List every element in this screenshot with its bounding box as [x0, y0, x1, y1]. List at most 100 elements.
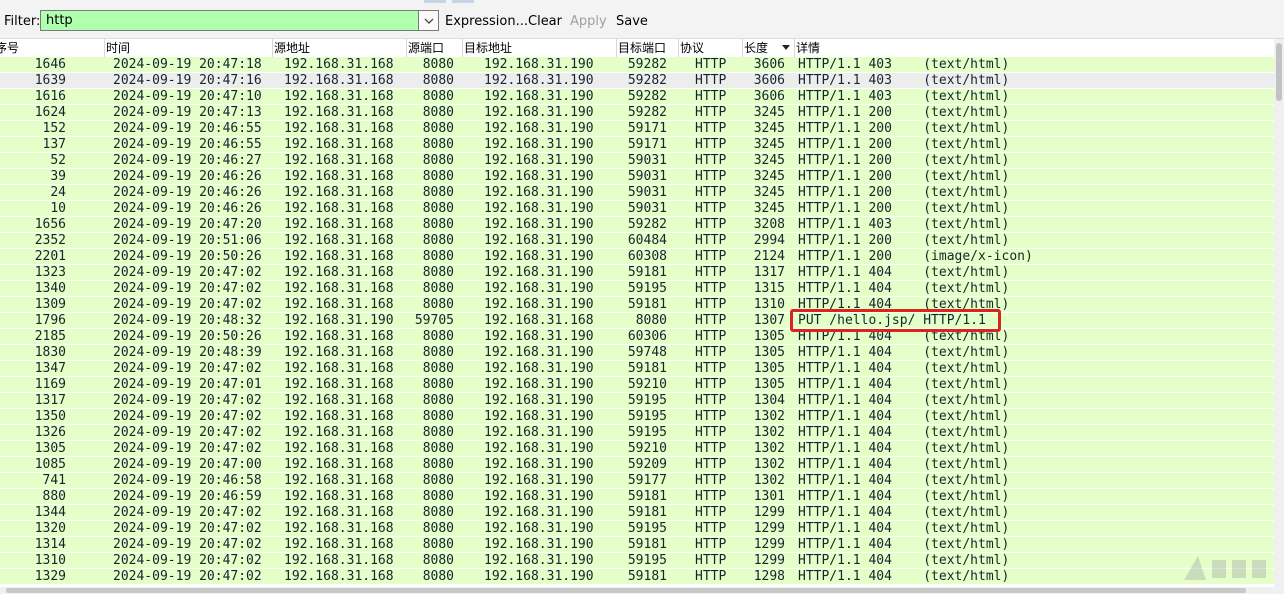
column-header-protocol[interactable]: 协议	[678, 39, 742, 57]
packet-row[interactable]: 137 2024-09-19 20:46:55 192.168.31.168 8080…	[0, 137, 1274, 153]
packet-row[interactable]: 1830 2024-09-19 20:48:39 192.168.31.168 808…	[0, 345, 1274, 361]
cell-length: 1304	[753, 393, 785, 408]
cell-protocol: HTTP	[695, 249, 727, 264]
cell-no: 1309	[34, 297, 66, 312]
cell-source-port: 8080	[422, 521, 454, 536]
filter-history-dropdown[interactable]	[418, 10, 439, 31]
packet-row[interactable]: 880 2024-09-19 20:46:59 192.168.31.168 8080…	[0, 489, 1274, 505]
cell-destination: 192.168.31.190	[484, 377, 594, 392]
packet-row[interactable]: 10 2024-09-19 20:46:26 192.168.31.168 8080 1…	[0, 201, 1274, 217]
cell-protocol: HTTP	[695, 393, 727, 408]
cell-length: 2994	[753, 233, 785, 248]
cell-protocol: HTTP	[695, 185, 727, 200]
packet-row[interactable]: 1646 2024-09-19 20:47:18 192.168.31.168 808…	[0, 57, 1274, 73]
packet-row[interactable]: 2185 2024-09-19 20:50:26 192.168.31.168 808…	[0, 329, 1274, 345]
cell-no: 52	[50, 153, 66, 168]
cell-info: HTTP/1.1 404 (text/html)	[798, 537, 1010, 552]
packet-row[interactable]: 2201 2024-09-19 20:50:26 192.168.31.168 808…	[0, 249, 1274, 265]
cell-destination-port: 60306	[627, 329, 667, 344]
cell-info: HTTP/1.1 200 (text/html)	[798, 121, 1010, 136]
packet-row[interactable]: 1317 2024-09-19 20:47:02 192.168.31.168 808…	[0, 393, 1274, 409]
packet-row[interactable]: 1796 2024-09-19 20:48:32 192.168.31.190 597…	[0, 313, 1274, 329]
horizontal-scrollbar-thumb[interactable]	[6, 588, 1246, 593]
packet-row[interactable]: 152 2024-09-19 20:46:55 192.168.31.168 8080…	[0, 121, 1274, 137]
packet-row[interactable]: 24 2024-09-19 20:46:26 192.168.31.168 8080 1…	[0, 185, 1274, 201]
packet-row[interactable]: 1085 2024-09-19 20:47:00 192.168.31.168 808…	[0, 457, 1274, 473]
cell-length: 1301	[753, 489, 785, 504]
packet-row[interactable]: 1616 2024-09-19 20:47:10 192.168.31.168 808…	[0, 89, 1274, 105]
packet-row[interactable]: 741 2024-09-19 20:46:58 192.168.31.168 8080…	[0, 473, 1274, 489]
packet-row[interactable]: 1320 2024-09-19 20:47:02 192.168.31.168 808…	[0, 521, 1274, 537]
column-header-destination[interactable]: 目标地址	[462, 39, 616, 57]
cell-destination: 192.168.31.190	[484, 441, 594, 456]
packet-row[interactable]: 1344 2024-09-19 20:47:02 192.168.31.168 808…	[0, 505, 1274, 521]
cell-protocol: HTTP	[695, 553, 727, 568]
cell-source-port: 8080	[422, 281, 454, 296]
cell-no: 1344	[34, 505, 66, 520]
packet-row[interactable]: 1639 2024-09-19 20:47:16 192.168.31.168 808…	[0, 73, 1274, 89]
cell-length: 3245	[753, 185, 785, 200]
apply-button[interactable]: Apply	[570, 14, 607, 29]
packet-row[interactable]: 39 2024-09-19 20:46:26 192.168.31.168 8080 1…	[0, 169, 1274, 185]
cell-source: 192.168.31.168	[284, 281, 394, 296]
column-header-time[interactable]: 时间	[104, 39, 272, 57]
cell-source: 192.168.31.168	[284, 233, 394, 248]
cell-destination: 192.168.31.190	[484, 137, 594, 152]
column-header-destination-port[interactable]: 目标端口	[616, 39, 678, 57]
packet-row[interactable]: 1350 2024-09-19 20:47:02 192.168.31.168 808…	[0, 409, 1274, 425]
column-header-source-port[interactable]: 源端口	[406, 39, 462, 57]
packet-row[interactable]: 2352 2024-09-19 20:51:06 192.168.31.168 808…	[0, 233, 1274, 249]
column-header-info[interactable]: 详情	[794, 39, 1274, 57]
cell-no: 1656	[34, 217, 66, 232]
cell-destination: 192.168.31.190	[484, 457, 594, 472]
clear-button[interactable]: Clear	[528, 14, 562, 29]
packet-row[interactable]: 1314 2024-09-19 20:47:02 192.168.31.168 808…	[0, 537, 1274, 553]
cell-info: HTTP/1.1 404 (text/html)	[798, 521, 1010, 536]
cell-time: 2024-09-19 20:47:02	[113, 505, 262, 520]
packet-row[interactable]: 1329 2024-09-19 20:47:02 192.168.31.168 808…	[0, 569, 1274, 585]
packet-row[interactable]: 52 2024-09-19 20:46:27 192.168.31.168 8080 1…	[0, 153, 1274, 169]
cell-length: 3606	[753, 89, 785, 104]
cell-source-port: 8080	[422, 537, 454, 552]
cell-time: 2024-09-19 20:47:02	[113, 553, 262, 568]
packet-row[interactable]: 1309 2024-09-19 20:47:02 192.168.31.168 808…	[0, 297, 1274, 313]
vertical-scrollbar[interactable]	[1274, 39, 1284, 587]
cell-no: 1646	[34, 57, 66, 72]
packet-row[interactable]: 1326 2024-09-19 20:47:02 192.168.31.168 808…	[0, 425, 1274, 441]
column-header-no[interactable]: 序号	[0, 39, 104, 57]
cell-protocol: HTTP	[695, 153, 727, 168]
cell-source: 192.168.31.168	[284, 265, 394, 280]
packet-row[interactable]: 1323 2024-09-19 20:47:02 192.168.31.168 808…	[0, 265, 1274, 281]
packet-row[interactable]: 1340 2024-09-19 20:47:02 192.168.31.168 808…	[0, 281, 1274, 297]
cell-destination: 192.168.31.190	[484, 425, 594, 440]
watermark-logo-icon	[1184, 556, 1266, 580]
cell-source-port: 8080	[422, 201, 454, 216]
cell-time: 2024-09-19 20:46:26	[113, 169, 262, 184]
horizontal-scrollbar[interactable]	[0, 587, 1284, 594]
cell-source-port: 8080	[422, 137, 454, 152]
cell-source: 192.168.31.168	[284, 121, 394, 136]
cell-no: 1350	[34, 409, 66, 424]
packet-row[interactable]: 1305 2024-09-19 20:47:02 192.168.31.168 808…	[0, 441, 1274, 457]
packet-row[interactable]: 1347 2024-09-19 20:47:02 192.168.31.168 808…	[0, 361, 1274, 377]
cell-destination-port: 59171	[627, 137, 667, 152]
cell-length: 3245	[753, 137, 785, 152]
cell-source-port: 8080	[422, 233, 454, 248]
save-button[interactable]: Save	[616, 14, 648, 29]
cell-source: 192.168.31.168	[284, 409, 394, 424]
cell-length: 3208	[753, 217, 785, 232]
packet-row[interactable]: 1624 2024-09-19 20:47:13 192.168.31.168 808…	[0, 105, 1274, 121]
cell-destination-port: 59181	[627, 505, 667, 520]
expression-button[interactable]: Expression...	[445, 14, 528, 29]
cell-no: 2185	[34, 329, 66, 344]
vertical-scrollbar-thumb[interactable]	[1276, 43, 1282, 101]
packet-row[interactable]: 1656 2024-09-19 20:47:20 192.168.31.168 808…	[0, 217, 1274, 233]
cell-source: 192.168.31.168	[284, 569, 394, 584]
toolbar-fragment	[452, 0, 474, 3]
cell-destination-port: 60484	[627, 233, 667, 248]
column-header-source[interactable]: 源地址	[272, 39, 406, 57]
packet-row[interactable]: 1169 2024-09-19 20:47:01 192.168.31.168 808…	[0, 377, 1274, 393]
cell-destination: 192.168.31.190	[484, 329, 594, 344]
packet-row[interactable]: 1310 2024-09-19 20:47:02 192.168.31.168 808…	[0, 553, 1274, 569]
filter-input[interactable]	[40, 10, 418, 31]
